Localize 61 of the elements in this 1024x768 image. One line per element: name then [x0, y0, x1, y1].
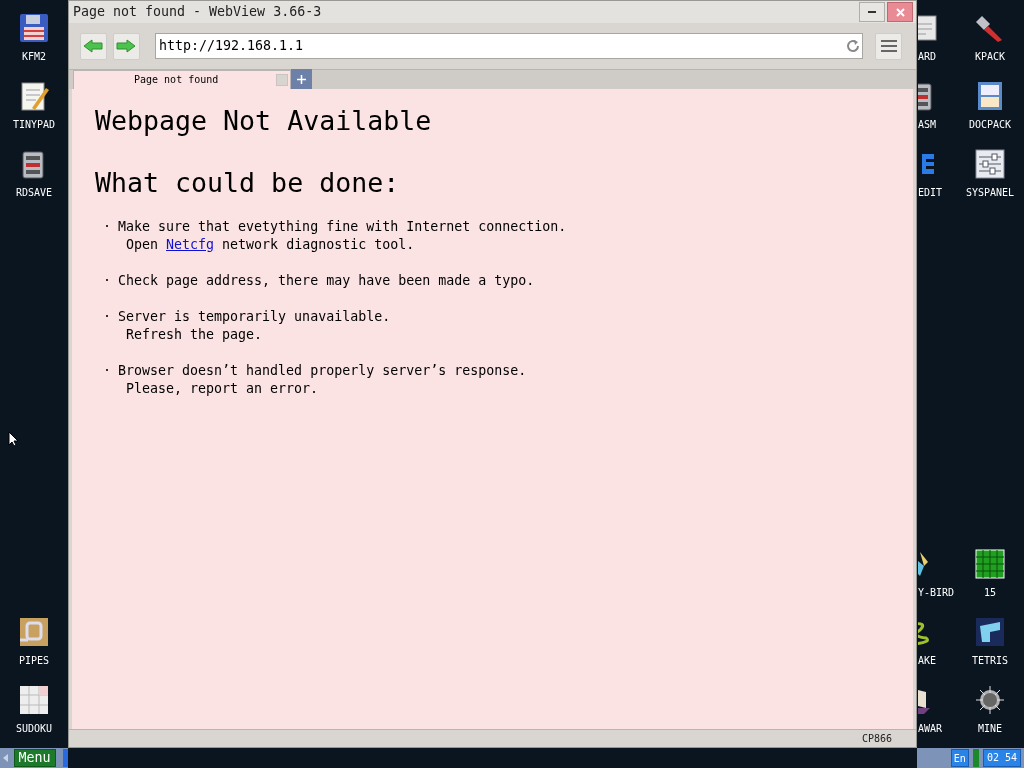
icon-label: 15: [983, 587, 996, 599]
icon-label: RDSAVE: [15, 187, 53, 199]
back-button[interactable]: [80, 32, 107, 60]
plus-icon: [297, 74, 306, 84]
cursor-icon: [8, 431, 19, 447]
app-icon[interactable]: [974, 616, 1006, 648]
icon-label: PIPES: [18, 655, 50, 667]
netcfg-link[interactable]: Netcfg: [166, 237, 215, 252]
menu-button[interactable]: Menu: [13, 749, 56, 767]
minimize-button[interactable]: [859, 2, 885, 22]
window-title: Page not found - WebView 3.66-3: [73, 5, 322, 19]
icon-label: EDIT: [918, 187, 943, 199]
bullet: ·: [102, 272, 112, 290]
app-icon[interactable]: [974, 148, 1006, 180]
clock[interactable]: 02 54: [982, 749, 1021, 767]
icon-label: ASM: [918, 119, 937, 131]
section-heading: What could be done:: [95, 167, 401, 199]
icon-label: Y-BIRD: [918, 587, 955, 599]
page-heading: Webpage Not Available: [95, 105, 433, 137]
icon-label: SUDOKU: [15, 723, 53, 735]
app-icon[interactable]: [18, 616, 50, 648]
minimize-icon: [868, 11, 876, 13]
app-icon[interactable]: [18, 684, 50, 716]
icon-label: SYSPANEL: [965, 187, 1015, 199]
forward-button[interactable]: [112, 32, 140, 60]
refresh-icon[interactable]: [846, 39, 861, 53]
status-indicator: [972, 749, 979, 767]
encoding-label: CP866: [861, 732, 892, 746]
icon-label: TINYPAD: [12, 119, 56, 131]
text-line: Server is temporarily unavailable.: [118, 308, 391, 326]
icon-label: AKE: [918, 655, 937, 667]
bullet: ·: [102, 308, 112, 326]
icon-label: DOCPACK: [968, 119, 1012, 131]
address-field[interactable]: http://192.168.1.1: [154, 33, 864, 59]
text-line: Check page address, there may have been made a typo.: [118, 272, 535, 290]
forward-arrow-icon: [116, 39, 137, 53]
text-line: Please, report an error.: [125, 380, 320, 398]
browser-tab[interactable]: Page not found: [73, 70, 291, 89]
language-button[interactable]: En: [950, 749, 969, 767]
text-line: Open Netcfg network diagnostic tool.: [125, 236, 416, 254]
close-icon: [895, 7, 905, 17]
new-tab-button[interactable]: [291, 69, 312, 89]
bullet: ·: [102, 218, 112, 236]
app-icon[interactable]: [918, 12, 938, 44]
icon-label: KFM2: [21, 51, 47, 63]
icon-label: AWAR: [918, 723, 943, 735]
close-button[interactable]: [887, 2, 913, 22]
text-line: Refresh the page.: [125, 326, 264, 344]
app-icon[interactable]: [18, 80, 50, 112]
menu-button[interactable]: [875, 32, 902, 60]
icon-label: KPACK: [974, 51, 1006, 63]
text-line: Browser doesn’t handled properly server’s response.: [118, 362, 527, 380]
app-icon[interactable]: [974, 548, 1006, 580]
app-icon[interactable]: [18, 12, 50, 44]
menu-icon: [880, 40, 897, 52]
text-line: Make sure that evetything fine with Internet connection.: [118, 218, 567, 236]
back-arrow-icon: [83, 39, 104, 53]
bullet: ·: [102, 362, 112, 380]
icon-label: TETRIS: [971, 655, 1009, 667]
icon-label: MINE: [977, 723, 1003, 735]
icon-label: ARD: [918, 51, 937, 63]
